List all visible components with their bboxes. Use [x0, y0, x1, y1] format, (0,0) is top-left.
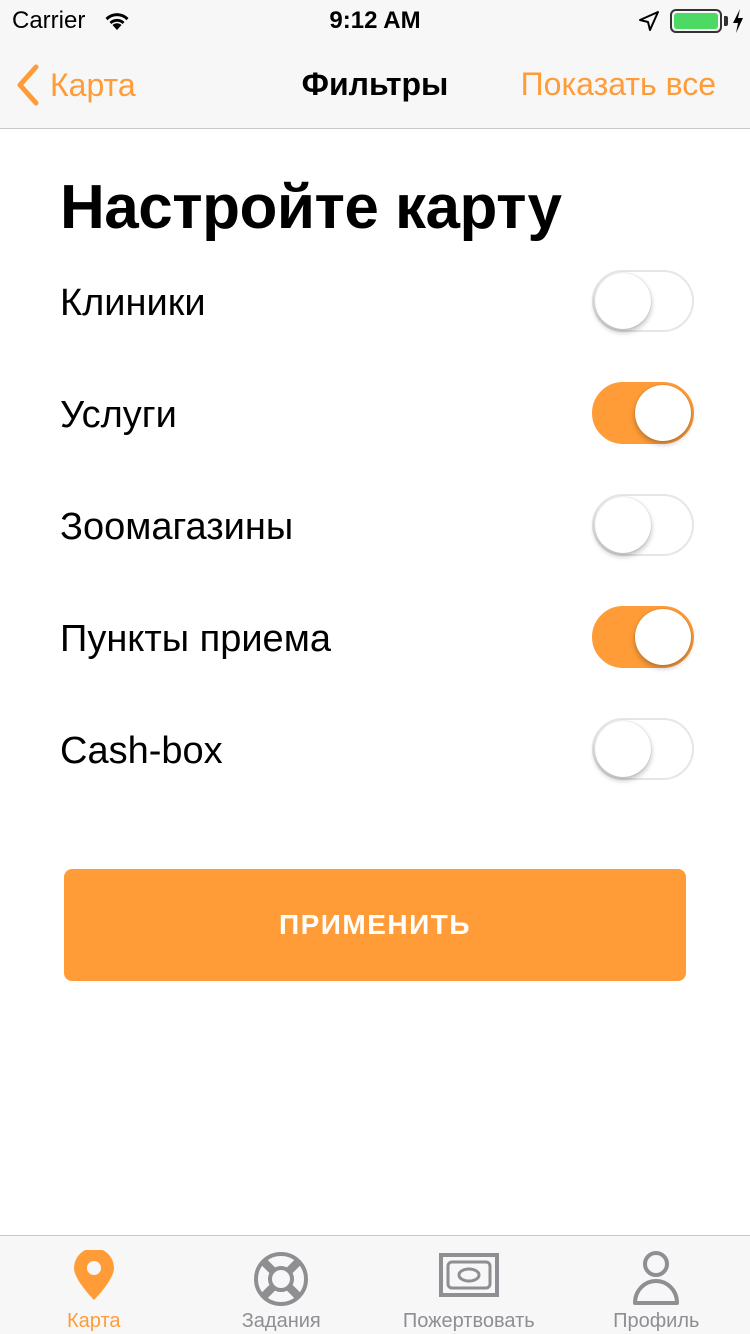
pet-stores-toggle[interactable]	[592, 494, 694, 556]
banknote-icon	[438, 1253, 499, 1297]
tab-tasks[interactable]: Задания	[188, 1236, 376, 1334]
cash-box-toggle[interactable]	[592, 718, 694, 780]
battery-tip	[724, 16, 728, 26]
battery-icon	[670, 9, 722, 33]
battery-level	[674, 13, 718, 29]
tab-profile[interactable]: Профиль	[563, 1236, 750, 1334]
toggle-knob	[635, 609, 691, 665]
filter-row-pet-stores: Зоомагазины	[60, 494, 694, 558]
show-all-button[interactable]: Показать все	[521, 66, 716, 103]
status-bar: Carrier 9:12 AM	[0, 0, 750, 40]
filter-label: Cash-box	[60, 730, 223, 772]
filter-row-collection-points: Пункты приема	[60, 606, 694, 670]
tab-label: Задания	[241, 1310, 321, 1332]
filter-label: Услуги	[60, 394, 177, 436]
toggle-knob	[595, 721, 651, 777]
filter-row-cash-box: Cash-box	[60, 718, 694, 782]
clinics-toggle[interactable]	[592, 270, 694, 332]
tab-label: Профиль	[613, 1310, 700, 1332]
location-arrow-icon	[639, 11, 659, 31]
apply-button[interactable]: ПРИМЕНИТЬ	[64, 869, 686, 981]
tab-bar: Карта Задания Пожертвовать Профиль	[0, 1235, 750, 1334]
filter-row-services: Услуги	[60, 382, 694, 446]
collection-points-toggle[interactable]	[592, 606, 694, 668]
filter-row-clinics: Клиники	[60, 270, 694, 334]
services-toggle[interactable]	[592, 382, 694, 444]
tab-donate[interactable]: Пожертвовать	[375, 1236, 563, 1334]
filter-label: Пункты приема	[60, 618, 331, 660]
person-icon	[633, 1251, 680, 1305]
toggle-knob	[595, 497, 651, 553]
charging-bolt-icon	[733, 9, 743, 33]
navigation-bar: Карта Фильтры Показать все	[0, 40, 750, 129]
filter-label: Клиники	[60, 282, 206, 324]
map-pin-icon	[73, 1250, 114, 1300]
toggle-knob	[595, 273, 651, 329]
page-title: Настройте карту	[60, 173, 562, 242]
lifebuoy-icon	[254, 1252, 309, 1306]
tab-label: Пожертвовать	[402, 1310, 535, 1332]
tab-map[interactable]: Карта	[0, 1236, 188, 1334]
toggle-knob	[635, 385, 691, 441]
filter-label: Зоомагазины	[60, 506, 294, 548]
tab-label: Карта	[66, 1310, 121, 1332]
